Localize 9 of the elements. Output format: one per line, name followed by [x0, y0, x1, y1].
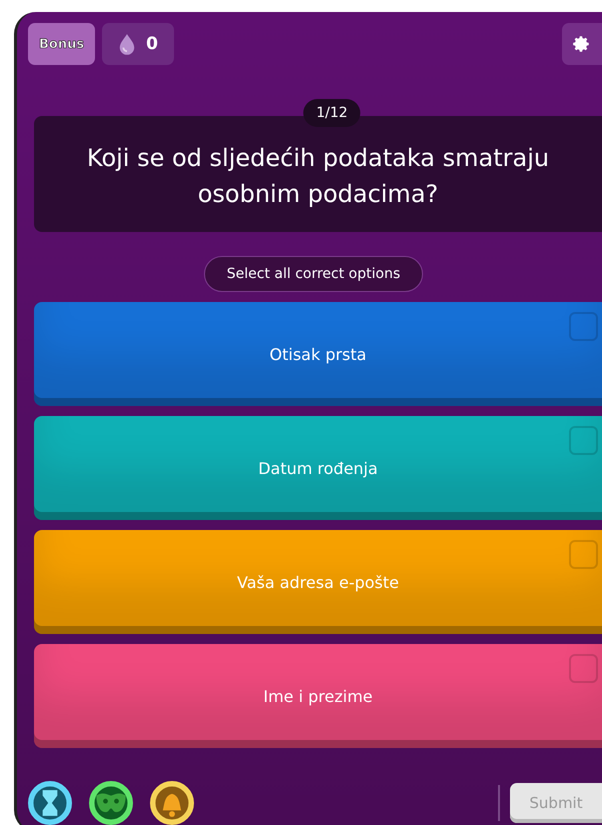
drop-count: 0 — [146, 34, 158, 54]
answer-option[interactable]: Datum rođenja — [34, 416, 602, 520]
answer-option[interactable]: Otisak prsta — [34, 302, 602, 406]
question-text: Koji se od sljedećih podataka smatraju osobnim podacima? — [86, 143, 550, 210]
answer-option[interactable]: Vaša adresa e-pošte — [34, 530, 602, 634]
bonus-button[interactable]: Bonus — [28, 23, 96, 65]
answer-option[interactable]: Ime i prezime — [34, 644, 602, 748]
question-counter: 1/12 — [303, 99, 361, 127]
instruction-label: Select all correct options — [204, 256, 424, 292]
